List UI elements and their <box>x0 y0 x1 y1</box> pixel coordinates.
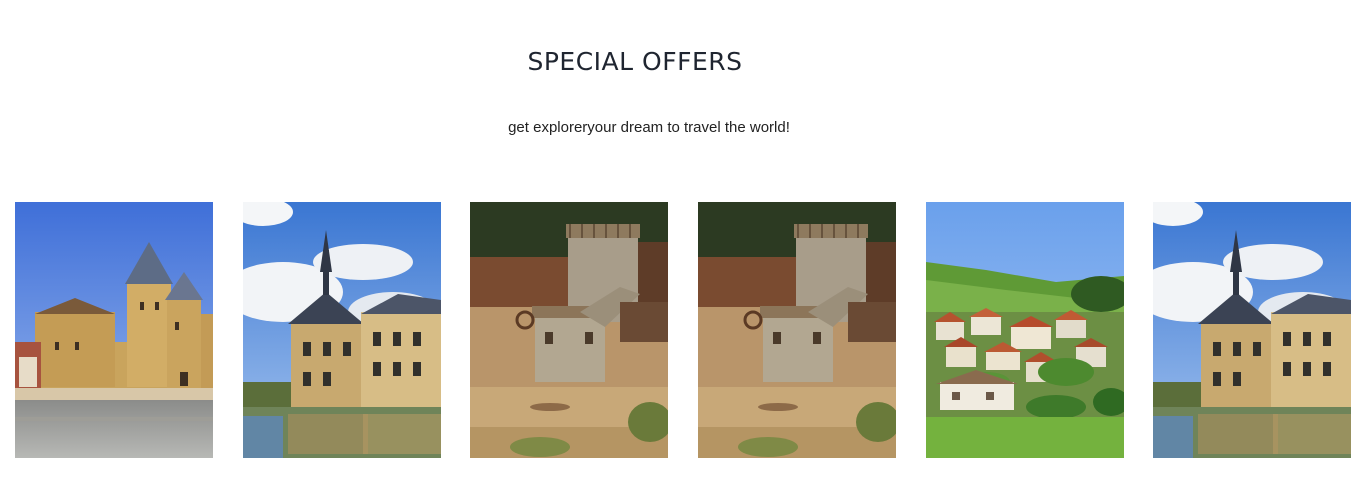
chateau-photo <box>1153 202 1351 458</box>
section-subtitle: get exploreryour dream to travel the wor… <box>508 119 790 136</box>
abbey-church-photo <box>15 202 213 458</box>
village-photo <box>926 202 1124 458</box>
section-title: SPECIAL OFFERS <box>527 47 743 76</box>
castle-construction-photo <box>470 202 668 458</box>
offer-card-abbey[interactable] <box>15 202 213 458</box>
offer-card-village[interactable] <box>926 202 1124 458</box>
castle-construction-photo <box>698 202 896 458</box>
offer-card-chateau-2[interactable] <box>1153 202 1351 458</box>
offer-card-castle-2[interactable] <box>698 202 896 458</box>
offer-card-chateau[interactable] <box>243 202 441 458</box>
offer-card-castle-1[interactable] <box>470 202 668 458</box>
chateau-photo <box>243 202 441 458</box>
offers-gallery <box>15 202 1353 458</box>
